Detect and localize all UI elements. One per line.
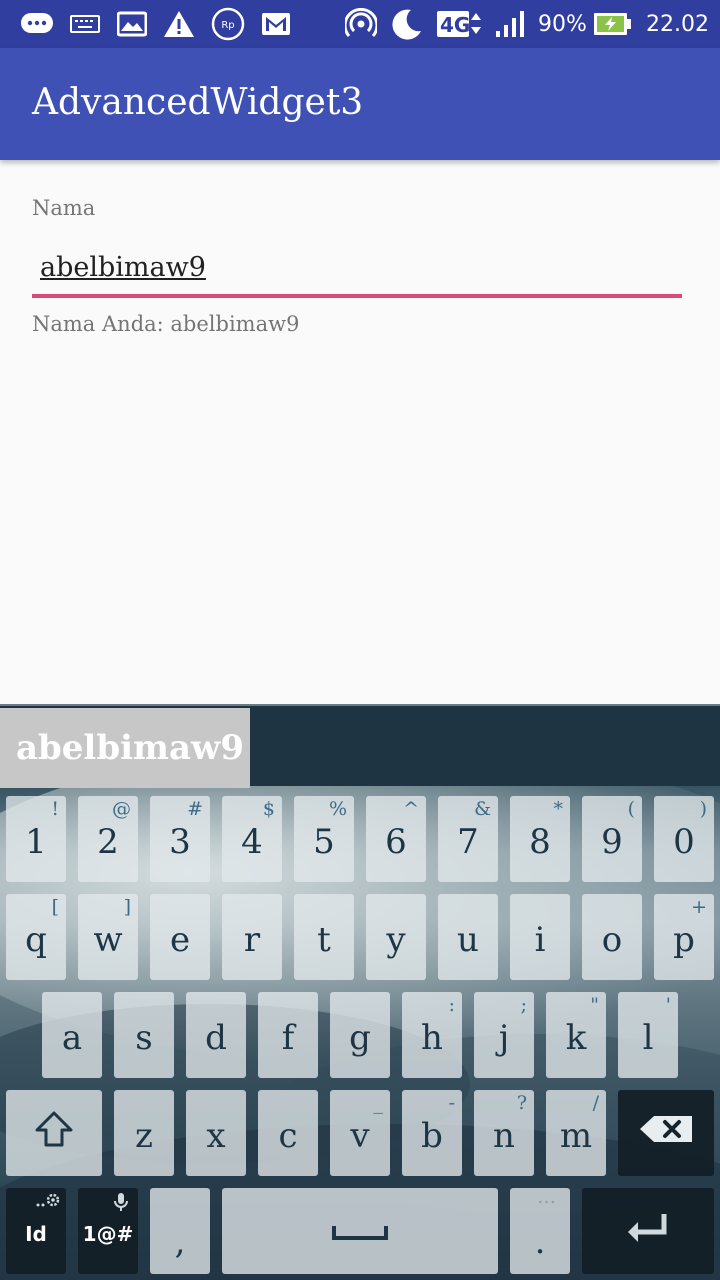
key-m[interactable]: / m xyxy=(546,1090,606,1176)
key-z[interactable]: z xyxy=(114,1090,174,1176)
backspace-key[interactable] xyxy=(618,1090,714,1176)
key-o[interactable]: o xyxy=(582,894,642,980)
image-icon xyxy=(116,8,148,40)
key-2[interactable]: @2 xyxy=(78,796,138,882)
rupiah-icon: Rp xyxy=(210,7,246,41)
key-i[interactable]: i xyxy=(510,894,570,980)
app-bar: AdvancedWidget3 xyxy=(0,48,720,160)
key-x[interactable]: x xyxy=(186,1090,246,1176)
soft-keyboard: abelbimaw9 ! 1 @2 #3 $4 % 5 ^ 6 & 7 * 8 (9 ) 0… xyxy=(0,704,720,1280)
key-l[interactable]: ' l xyxy=(618,992,678,1078)
hotspot-icon xyxy=(344,8,378,40)
gmail-icon xyxy=(260,8,292,40)
moon-icon xyxy=(388,8,424,40)
key-k[interactable]: " k xyxy=(546,992,606,1078)
svg-text:Rp: Rp xyxy=(221,20,234,31)
name-label: Nama xyxy=(32,196,96,220)
settings-icon xyxy=(36,1192,60,1212)
battery-charging-icon xyxy=(592,8,634,40)
key-q[interactable]: [q xyxy=(6,894,66,980)
key-7[interactable]: & 7 xyxy=(438,796,498,882)
enter-key[interactable] xyxy=(582,1188,714,1274)
key-r[interactable]: r xyxy=(222,894,282,980)
key-d[interactable]: d xyxy=(186,992,246,1078)
key-w[interactable]: ] w xyxy=(78,894,138,980)
key-0[interactable]: ) 0 xyxy=(654,796,714,882)
name-result-text: Nama Anda: abelbimaw9 xyxy=(32,312,300,336)
key-g[interactable]: g xyxy=(330,992,390,1078)
warning-icon xyxy=(162,8,196,40)
symbols-key[interactable]: 1@# xyxy=(78,1188,138,1274)
shift-key[interactable] xyxy=(6,1090,102,1176)
key-a[interactable]: a xyxy=(42,992,102,1078)
status-bar: Rp 4G 90% 22.02 xyxy=(0,0,720,48)
key-p[interactable]: + p xyxy=(654,894,714,980)
suggestion-word[interactable]: abelbimaw9 xyxy=(0,708,250,788)
key-4[interactable]: $4 xyxy=(222,796,282,882)
name-input[interactable] xyxy=(32,240,682,298)
key-8[interactable]: * 8 xyxy=(510,796,570,882)
battery-percent: 90% xyxy=(538,12,587,37)
suggestion-strip: abelbimaw9 xyxy=(0,704,720,788)
message-icon xyxy=(20,8,54,40)
key-b[interactable]: -b xyxy=(402,1090,462,1176)
key-s[interactable]: s xyxy=(114,992,174,1078)
key-c[interactable]: c xyxy=(258,1090,318,1176)
keyboard-icon xyxy=(70,8,100,40)
period-key[interactable]: … . xyxy=(510,1186,570,1274)
space-key[interactable] xyxy=(222,1188,498,1274)
space-icon xyxy=(332,1211,388,1251)
key-5[interactable]: % 5 xyxy=(294,796,354,882)
key-t[interactable]: t xyxy=(294,894,354,980)
shift-icon xyxy=(34,1110,74,1157)
key-9[interactable]: (9 xyxy=(582,796,642,882)
key-u[interactable]: u xyxy=(438,894,498,980)
app-title: AdvancedWidget3 xyxy=(32,82,364,123)
key-v[interactable]: _ v xyxy=(330,1090,390,1176)
key-e[interactable]: e xyxy=(150,894,210,980)
key-y[interactable]: y xyxy=(366,894,426,980)
key-6[interactable]: ^ 6 xyxy=(366,796,426,882)
network-type: 4G xyxy=(440,13,471,37)
comma-key[interactable]: , xyxy=(150,1188,210,1274)
key-f[interactable]: f xyxy=(258,992,318,1078)
enter-icon xyxy=(624,1210,672,1253)
language-key[interactable]: Id xyxy=(6,1188,66,1274)
key-h[interactable]: :h xyxy=(402,992,462,1078)
key-3[interactable]: #3 xyxy=(150,796,210,882)
key-n[interactable]: ? n xyxy=(474,1090,534,1176)
signal-icon xyxy=(494,8,528,40)
key-1[interactable]: ! 1 xyxy=(6,796,66,882)
backspace-icon xyxy=(638,1113,694,1153)
clock: 22.02 xyxy=(646,12,709,37)
mic-icon xyxy=(114,1192,128,1217)
key-j[interactable]: ; j xyxy=(474,992,534,1078)
